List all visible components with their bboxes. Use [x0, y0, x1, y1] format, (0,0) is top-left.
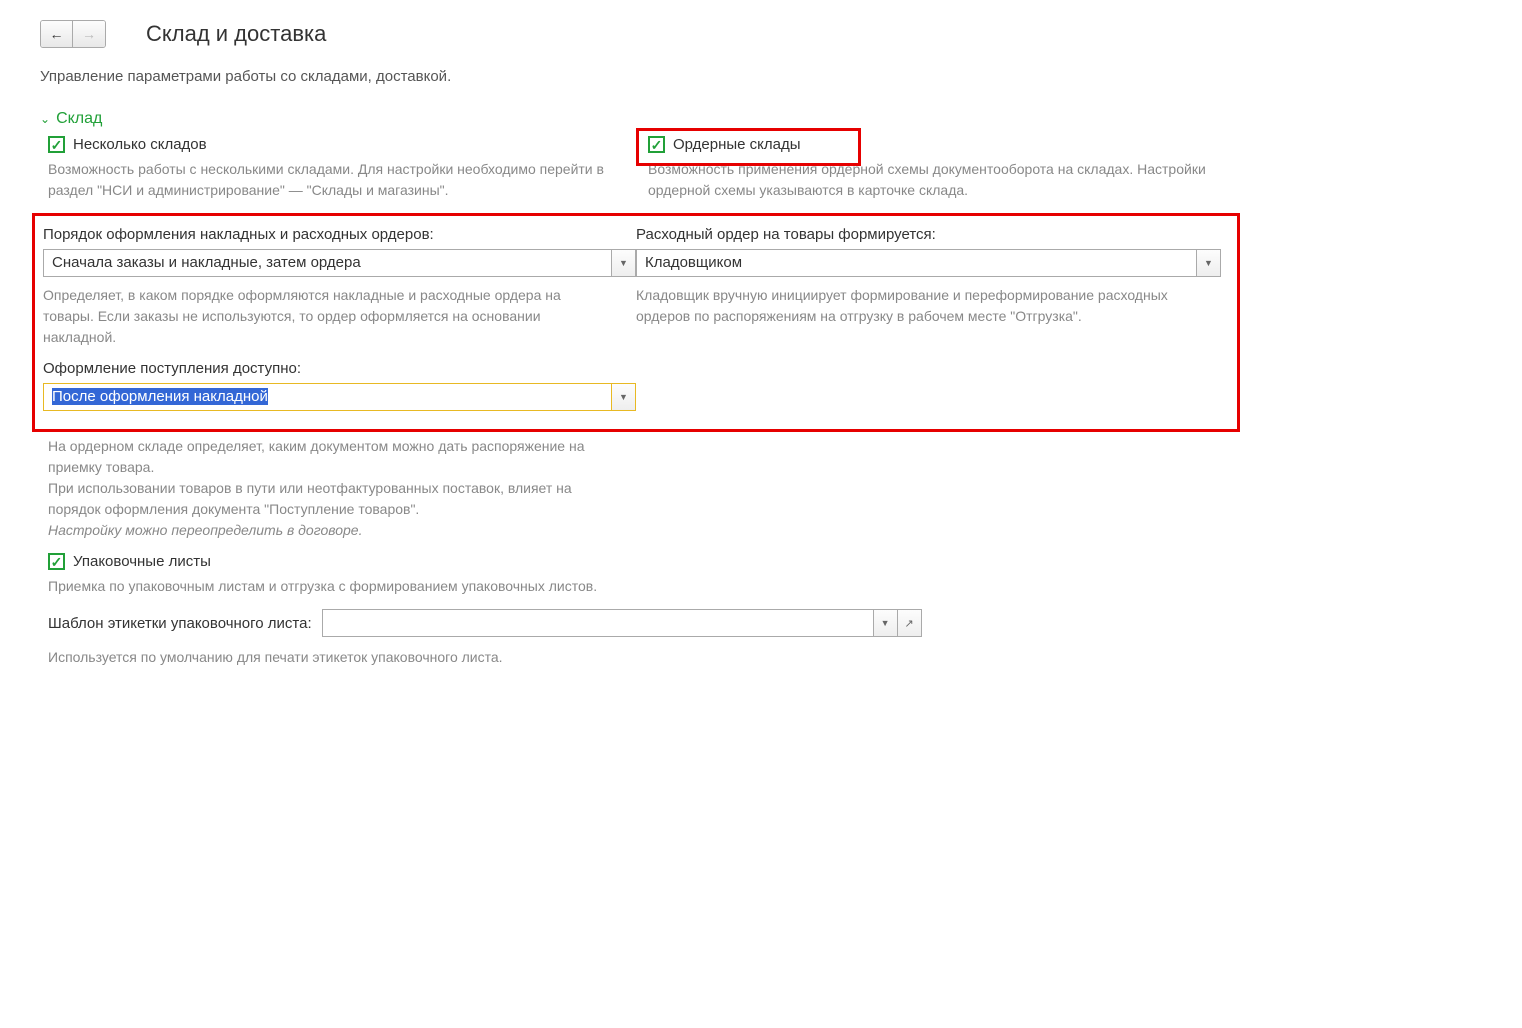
multiple-warehouses-row: Несколько складов: [48, 136, 648, 153]
multiple-warehouses-label: Несколько складов: [73, 136, 207, 153]
template-desc: Используется по умолчанию для печати эти…: [48, 647, 608, 668]
template-dropdown-button[interactable]: ▼: [874, 609, 898, 637]
multiple-warehouses-checkbox[interactable]: [48, 136, 65, 153]
order-warehouses-checkbox[interactable]: [648, 136, 665, 153]
order-warehouses-row: Ордерные склады: [648, 136, 1248, 153]
block-col-right: Расходный ордер на товары формируется: К…: [636, 226, 1229, 419]
expense-order-dropdown-button[interactable]: ▼: [1197, 249, 1221, 277]
block-col-left: Порядок оформления накладных и расходных…: [43, 226, 636, 419]
col-left: Несколько складов Возможность работы с н…: [48, 136, 648, 213]
packing-lists-row: Упаковочные листы: [48, 553, 1482, 570]
template-input[interactable]: [322, 609, 874, 637]
header-row: ← → Склад и доставка: [40, 10, 1482, 48]
receipt-available-input[interactable]: После оформления накладной: [43, 383, 612, 411]
multiple-warehouses-desc: Возможность работы с несколькими складам…: [48, 159, 608, 201]
highlight-box-main: Порядок оформления накладных и расходных…: [32, 213, 1240, 432]
order-sequence-value: Сначала заказы и накладные, затем ордера: [52, 254, 361, 271]
page-title: Склад и доставка: [146, 21, 326, 47]
content-area: Несколько складов Возможность работы с н…: [40, 136, 1482, 668]
receipt-desc-block: На ордерном складе определяет, каким док…: [48, 436, 648, 541]
order-sequence-dropdown-button[interactable]: ▼: [612, 249, 636, 277]
receipt-available-label: Оформление поступления доступно:: [43, 360, 636, 377]
col-right: Ордерные склады Возможность применения о…: [648, 136, 1248, 213]
receipt-desc3: Настройку можно переопределить в договор…: [48, 520, 608, 541]
nav-back-button[interactable]: ←: [41, 21, 73, 47]
order-sequence-desc: Определяет, в каком порядке оформляются …: [43, 285, 603, 348]
chevron-down-icon: ⌄: [40, 112, 50, 126]
section-toggle-warehouse[interactable]: ⌄ Склад: [40, 110, 1482, 128]
section-title: Склад: [56, 110, 102, 128]
template-label: Шаблон этикетки упаковочного листа:: [48, 615, 312, 632]
packing-lists-checkbox[interactable]: [48, 553, 65, 570]
expense-order-desc: Кладовщик вручную инициирует формировани…: [636, 285, 1196, 327]
template-row: Шаблон этикетки упаковочного листа: ▼ ↗: [48, 609, 1482, 637]
order-warehouses-label: Ордерные склады: [673, 136, 801, 153]
expense-order-value: Кладовщиком: [645, 254, 742, 271]
packing-lists-label: Упаковочные листы: [73, 553, 211, 570]
order-sequence-label: Порядок оформления накладных и расходных…: [43, 226, 636, 243]
expense-order-label: Расходный ордер на товары формируется:: [636, 226, 1229, 243]
order-sequence-select: Сначала заказы и накладные, затем ордера…: [43, 249, 636, 277]
order-warehouses-desc: Возможность применения ордерной схемы до…: [648, 159, 1208, 201]
receipt-available-value: После оформления накладной: [52, 388, 268, 405]
block-two-col: Порядок оформления накладных и расходных…: [43, 226, 1229, 419]
order-sequence-input[interactable]: Сначала заказы и накладные, затем ордера: [43, 249, 612, 277]
template-select: ▼ ↗: [322, 609, 922, 637]
receipt-desc1: На ордерном складе определяет, каким док…: [48, 436, 608, 478]
expense-order-select: Кладовщиком ▼: [636, 249, 1221, 277]
receipt-desc2: При использовании товаров в пути или нео…: [48, 478, 608, 520]
expense-order-input[interactable]: Кладовщиком: [636, 249, 1197, 277]
top-two-col: Несколько складов Возможность работы с н…: [40, 136, 1482, 213]
nav-buttons: ← →: [40, 20, 106, 48]
receipt-available-select: После оформления накладной ▼: [43, 383, 636, 411]
receipt-available-dropdown-button[interactable]: ▼: [612, 383, 636, 411]
nav-forward-button[interactable]: →: [73, 21, 105, 47]
template-open-button[interactable]: ↗: [898, 609, 922, 637]
page-subtitle: Управление параметрами работы со складам…: [40, 68, 1482, 85]
packing-lists-desc: Приемка по упаковочным листам и отгрузка…: [48, 576, 948, 597]
